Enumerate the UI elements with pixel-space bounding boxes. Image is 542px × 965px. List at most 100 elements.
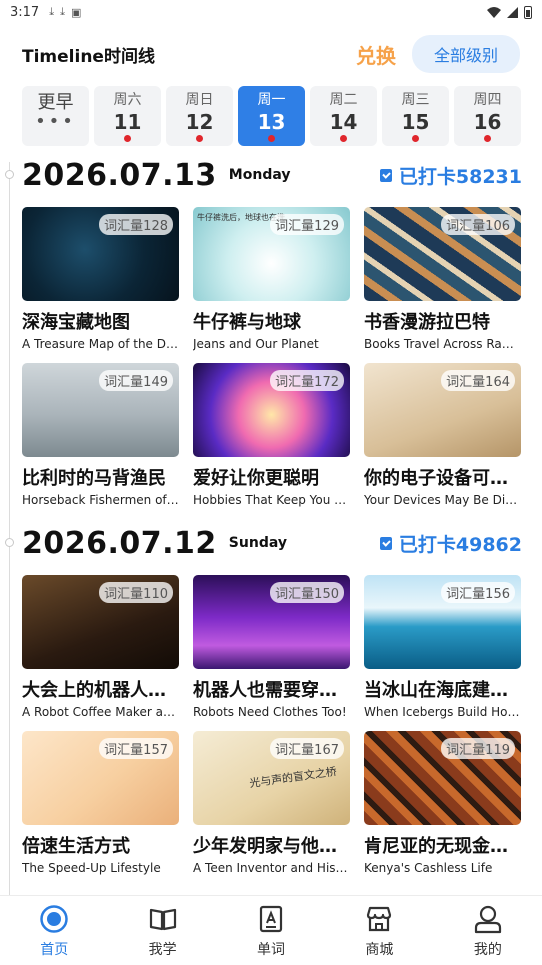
day-earlier-label: 更早 bbox=[37, 92, 74, 113]
day-tab[interactable]: 周一 13 bbox=[238, 86, 305, 146]
article-title-cn: 比利时的马背渔民 bbox=[22, 468, 166, 489]
article-title-en: Your Devices May Be Dirty bbox=[364, 493, 521, 507]
day-strip: 更早 ••• 周六 11 周日 12 周一 13 周二 14 周三 15 周四 16 bbox=[0, 86, 542, 148]
vocab-badge: 词汇量128 bbox=[99, 214, 173, 235]
vocab-badge: 词汇量110 bbox=[99, 582, 173, 603]
article-thumbnail[interactable]: 词汇量157 bbox=[22, 731, 179, 825]
article-thumbnail[interactable]: 词汇量128 bbox=[22, 207, 179, 301]
nav-label: 我的 bbox=[473, 942, 502, 958]
article-thumbnail[interactable]: 词汇量172 bbox=[193, 363, 350, 457]
article-grid: 词汇量110 大会上的机器人咖啡师 A Robot Coffee Maker at … bbox=[22, 575, 522, 893]
day-weekday: 周三 bbox=[401, 92, 430, 108]
article-thumbnail[interactable]: 词汇量119 bbox=[364, 731, 521, 825]
article-title-en: When Icebergs Build Homes bbox=[364, 705, 521, 719]
download-icon: ⤓ bbox=[60, 5, 65, 18]
unread-dot bbox=[196, 135, 203, 142]
day-date: 12 bbox=[185, 110, 214, 134]
article-title-en: A Treasure Map of the Deep bbox=[22, 337, 179, 351]
vocab-badge: 词汇量119 bbox=[441, 738, 515, 759]
home-icon bbox=[39, 904, 69, 934]
article-title-cn: 深海宝藏地图 bbox=[22, 312, 130, 333]
checkin-text: 已打卡49862 bbox=[398, 533, 522, 556]
article-title-en: Hobbies That Keep You Sharp bbox=[193, 493, 350, 507]
day-date: 11 bbox=[113, 110, 142, 134]
nav-item-1[interactable]: 我学 bbox=[108, 896, 216, 965]
article-card[interactable]: 词汇量128 深海宝藏地图 A Treasure Map of the Deep bbox=[22, 207, 179, 363]
bottom-nav: 首页 我学 单词 商城 我的 bbox=[0, 895, 542, 965]
unread-dot bbox=[484, 135, 491, 142]
article-card[interactable]: 光与声的盲文之桥 词汇量167 少年发明家与他的盲文之桥 A Teen Invento… bbox=[193, 731, 350, 893]
article-title-en: Books Travel Across Rabat bbox=[364, 337, 521, 351]
day-date: 14 bbox=[329, 110, 358, 134]
nav-label: 商城 bbox=[365, 942, 394, 958]
day-earlier[interactable]: 更早 ••• bbox=[22, 86, 89, 146]
profile-icon bbox=[473, 904, 503, 934]
vocab-badge: 词汇量150 bbox=[270, 582, 344, 603]
exchange-button[interactable]: 兑换 bbox=[356, 40, 396, 69]
unread-dot bbox=[124, 135, 131, 142]
article-title-cn: 机器人也需要穿衣服 bbox=[193, 680, 350, 701]
day-date: 16 bbox=[473, 110, 502, 134]
article-title-en: Kenya's Cashless Life bbox=[364, 861, 493, 875]
article-thumbnail[interactable]: 牛仔裤洗后，地球也在洗 词汇量129 bbox=[193, 207, 350, 301]
article-title-cn: 倍速生活方式 bbox=[22, 836, 130, 857]
book-icon bbox=[148, 904, 178, 934]
article-title-en: A Robot Coffee Maker at the Expo bbox=[22, 705, 179, 719]
article-card[interactable]: 词汇量119 肯尼亚的无现金生活 Kenya's Cashless Life bbox=[364, 731, 521, 893]
day-tab[interactable]: 周六 11 bbox=[94, 86, 161, 146]
checkin-count: 已打卡49862 bbox=[379, 530, 522, 557]
notification-icon: ▣ bbox=[70, 5, 82, 19]
day-weekday: 周二 bbox=[329, 92, 358, 108]
day-tab[interactable]: 周二 14 bbox=[310, 86, 377, 146]
download-icon: ⤓ bbox=[49, 5, 55, 18]
day-date: 15 bbox=[401, 110, 430, 134]
article-thumbnail[interactable]: 词汇量164 bbox=[364, 363, 521, 457]
checkin-icon bbox=[379, 168, 392, 182]
article-title-cn: 书香漫游拉巴特 bbox=[364, 312, 490, 333]
day-tab[interactable]: 周四 16 bbox=[454, 86, 521, 146]
header: Timeline时间线 兑换 全部级别 bbox=[0, 32, 542, 76]
article-title-en: Jeans and Our Planet bbox=[193, 337, 319, 351]
nav-item-2[interactable]: 单词 bbox=[217, 896, 325, 965]
nav-item-4[interactable]: 我的 bbox=[434, 896, 542, 965]
article-thumbnail[interactable]: 词汇量110 bbox=[22, 575, 179, 669]
store-icon bbox=[364, 904, 394, 934]
vocab-badge: 词汇量172 bbox=[270, 370, 344, 391]
article-card[interactable]: 词汇量157 倍速生活方式 The Speed-Up Lifestyle bbox=[22, 731, 179, 893]
article-title-en: The Speed-Up Lifestyle bbox=[22, 861, 161, 875]
article-title-cn: 牛仔裤与地球 bbox=[193, 312, 301, 333]
more-dots-icon: ••• bbox=[35, 111, 76, 132]
level-filter-button[interactable]: 全部级别 bbox=[411, 35, 520, 73]
article-title-cn: 爱好让你更聪明 bbox=[193, 468, 319, 489]
strip-divider bbox=[0, 148, 542, 162]
article-card[interactable]: 词汇量110 大会上的机器人咖啡师 A Robot Coffee Maker at … bbox=[22, 575, 179, 731]
thumbnail-caption: 光与声的盲文之桥 bbox=[248, 764, 338, 791]
article-thumbnail[interactable]: 词汇量150 bbox=[193, 575, 350, 669]
unread-dot bbox=[268, 135, 275, 142]
wifi-icon bbox=[487, 6, 501, 18]
article-thumbnail[interactable]: 光与声的盲文之桥 词汇量167 bbox=[193, 731, 350, 825]
nav-item-0[interactable]: 首页 bbox=[0, 896, 108, 965]
day-date: 13 bbox=[257, 110, 286, 134]
day-tab[interactable]: 周三 15 bbox=[382, 86, 449, 146]
timeline-dot bbox=[5, 170, 14, 179]
day-weekday: 周六 bbox=[113, 92, 142, 108]
article-card[interactable]: 词汇量106 书香漫游拉巴特 Books Travel Across Rabat bbox=[364, 207, 521, 363]
article-thumbnail[interactable]: 词汇量106 bbox=[364, 207, 521, 301]
article-card[interactable]: 牛仔裤洗后，地球也在洗 词汇量129 牛仔裤与地球 Jeans and Our Pla… bbox=[193, 207, 350, 363]
article-title-cn: 少年发明家与他的盲文之桥 bbox=[193, 836, 350, 857]
article-card[interactable]: 词汇量164 你的电子设备可能很脏 Your Devices May Be Dirt… bbox=[364, 363, 521, 525]
page-title: Timeline时间线 bbox=[22, 46, 155, 67]
article-thumbnail[interactable]: 词汇量156 bbox=[364, 575, 521, 669]
article-thumbnail[interactable]: 词汇量149 bbox=[22, 363, 179, 457]
nav-item-3[interactable]: 商城 bbox=[325, 896, 433, 965]
unread-dot bbox=[412, 135, 419, 142]
nav-label: 我学 bbox=[148, 942, 177, 958]
article-card[interactable]: 词汇量156 当冰山在海底建造家园 When Icebergs Build Home… bbox=[364, 575, 521, 731]
article-card[interactable]: 词汇量149 比利时的马背渔民 Horseback Fishermen of Bel… bbox=[22, 363, 179, 525]
day-tab[interactable]: 周日 12 bbox=[166, 86, 233, 146]
word-card-icon bbox=[256, 904, 286, 934]
vocab-badge: 词汇量129 bbox=[270, 214, 344, 235]
article-card[interactable]: 词汇量150 机器人也需要穿衣服 Robots Need Clothes Too! bbox=[193, 575, 350, 731]
article-card[interactable]: 词汇量172 爱好让你更聪明 Hobbies That Keep You Sharp bbox=[193, 363, 350, 525]
